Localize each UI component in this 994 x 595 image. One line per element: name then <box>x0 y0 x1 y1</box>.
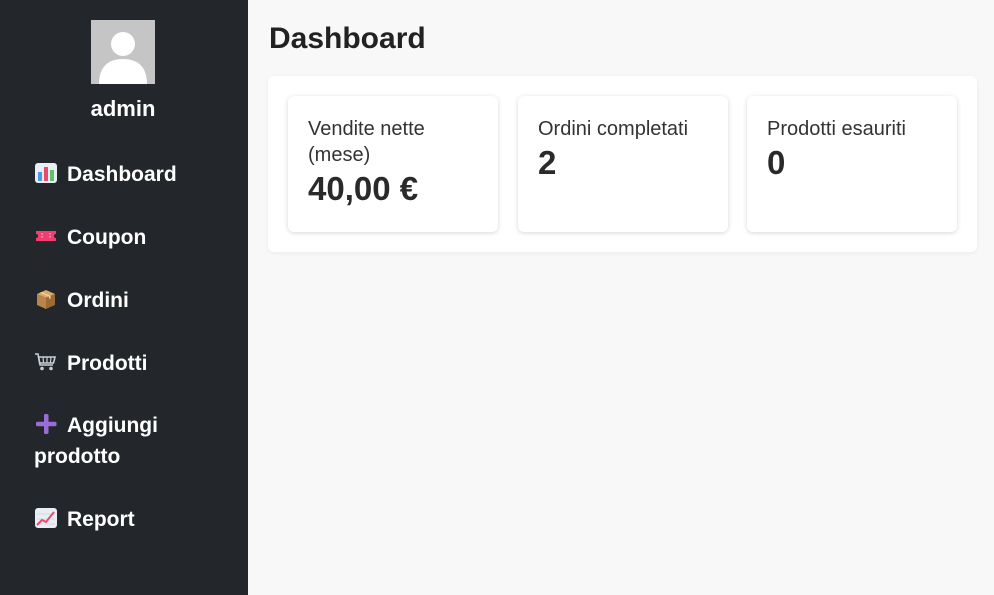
user-silhouette-icon <box>99 32 147 84</box>
stat-card-value: 40,00 € <box>308 170 419 207</box>
stat-card-label: Ordini completati <box>538 118 689 140</box>
sidebar-item-label: Dashboard <box>67 163 177 186</box>
main-content: Dashboard Vendite nette (mese) 40,00 € O… <box>248 0 994 595</box>
sidebar-item-ordini[interactable]: Ordini <box>34 285 234 316</box>
username: admin <box>90 96 156 121</box>
plus-icon <box>34 413 58 435</box>
ticket-icon <box>34 225 58 247</box>
stat-card-label: Prodotti esauriti <box>767 118 906 140</box>
stat-card-vendite-nette: Vendite nette (mese) 40,00 € <box>288 96 498 232</box>
shopping-cart-icon <box>34 351 58 373</box>
sidebar-item-dashboard[interactable]: Dashboard <box>34 159 234 190</box>
sidebar: admin Dashboard Coupon Ordini Prodotti A… <box>0 0 248 595</box>
sidebar-item-label: Ordini <box>67 289 129 312</box>
sidebar-item-label: Prodotti <box>67 352 148 375</box>
sidebar-item-report[interactable]: Report <box>34 504 234 535</box>
sidebar-item-label: Report <box>67 508 135 531</box>
sidebar-item-label: Coupon <box>67 226 147 249</box>
bar-chart-icon <box>34 162 58 184</box>
line-chart-icon <box>34 507 58 529</box>
stat-card-value: 2 <box>538 144 557 181</box>
stat-card-value: 0 <box>767 144 786 181</box>
page-title: Dashboard <box>269 22 426 55</box>
stats-panel: Vendite nette (mese) 40,00 € Ordini comp… <box>268 76 977 252</box>
stat-card-prodotti-esauriti: Prodotti esauriti 0 <box>747 96 957 232</box>
stat-card-ordini-completati: Ordini completati 2 <box>518 96 728 232</box>
sidebar-item-coupon[interactable]: Coupon <box>34 222 234 253</box>
sidebar-item-prodotti[interactable]: Prodotti <box>34 348 234 379</box>
avatar <box>91 20 155 84</box>
stat-card-label: Vendite nette (mese) <box>308 118 425 166</box>
sidebar-item-aggiungi-prodotto[interactable]: Aggiungi prodotto <box>34 410 234 472</box>
package-icon <box>34 288 58 310</box>
